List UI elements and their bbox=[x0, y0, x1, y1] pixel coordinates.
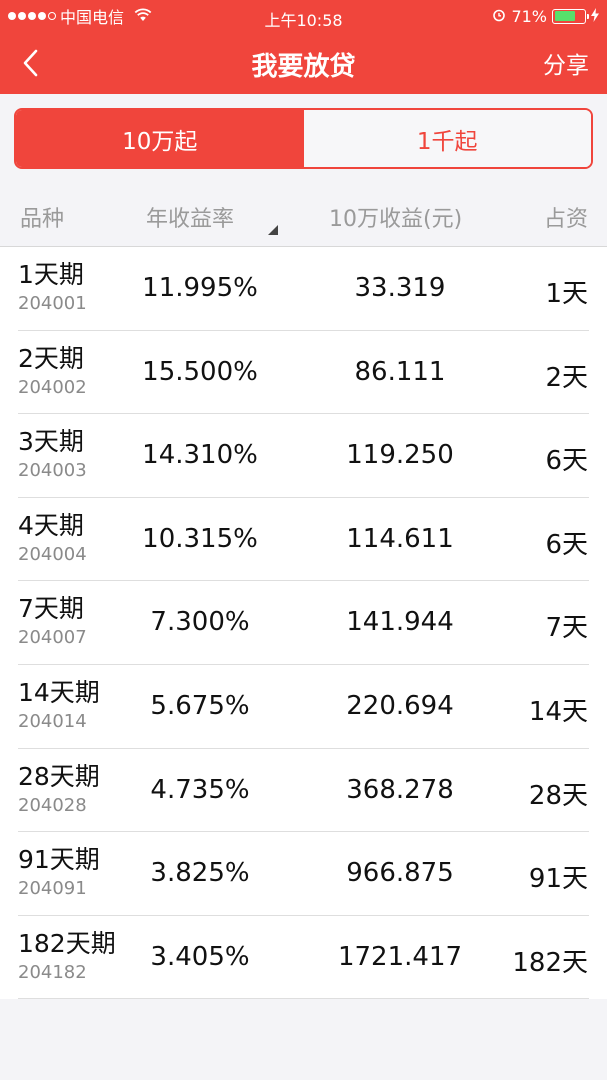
row-annual-yield: 3.405% bbox=[150, 941, 250, 972]
charging-icon bbox=[591, 7, 599, 26]
row-name: 1天期 bbox=[18, 260, 84, 289]
row-annual-yield: 7.300% bbox=[150, 607, 250, 638]
back-button[interactable] bbox=[0, 32, 60, 94]
status-right: 71% bbox=[492, 7, 599, 26]
row-duration: 28天 bbox=[528, 780, 588, 811]
row-duration: 1天 bbox=[545, 279, 588, 309]
row-annual-yield: 4.735% bbox=[150, 774, 250, 805]
app-header: 中国电信 上午10:58 71% 我要放贷 分享 bbox=[0, 0, 607, 94]
row-name: 91天期 bbox=[18, 845, 100, 875]
row-duration: 91天 bbox=[528, 864, 588, 895]
table-row[interactable]: 2天期 204002 15.500% 86.111 2天 bbox=[0, 330, 607, 415]
row-duration: 6天 bbox=[545, 446, 588, 477]
amount-segmented-control: 10万起 1千起 bbox=[14, 108, 593, 169]
row-annual-yield: 11.995% bbox=[142, 273, 258, 303]
table-header: 品种 年收益率 10万收益(元) 占资 bbox=[0, 181, 607, 247]
table-row[interactable]: 91天期 204091 3.825% 966.875 91天 bbox=[0, 832, 607, 916]
row-duration: 2天 bbox=[545, 362, 588, 393]
row-name: 7天期 bbox=[18, 594, 84, 624]
table-row[interactable]: 182天期 204182 3.405% 1721.417 182天 bbox=[0, 915, 607, 1000]
row-code: 204091 bbox=[18, 878, 87, 900]
row-code: 204002 bbox=[18, 376, 87, 398]
chevron-left-icon bbox=[23, 49, 38, 77]
segment-100k[interactable]: 10万起 bbox=[16, 110, 304, 167]
row-duration: 14天 bbox=[528, 696, 588, 727]
table-row[interactable]: 1天期 204001 11.995% 33.319 1天 bbox=[0, 247, 607, 331]
row-code: 204014 bbox=[18, 710, 87, 732]
battery-percent: 71% bbox=[511, 6, 547, 26]
status-left: 中国电信 bbox=[8, 4, 152, 28]
header-duration[interactable]: 占资 bbox=[544, 201, 588, 233]
row-annual-yield: 10.315% bbox=[142, 523, 258, 554]
alarm-icon bbox=[492, 7, 506, 26]
row-income-100k: 114.611 bbox=[346, 523, 454, 554]
table-row[interactable]: 7天期 204007 7.300% 141.944 7天 bbox=[0, 581, 607, 665]
row-income-100k: 119.250 bbox=[346, 440, 454, 471]
row-income-100k: 368.278 bbox=[346, 774, 454, 805]
row-annual-yield: 14.310% bbox=[142, 440, 258, 471]
row-duration: 6天 bbox=[545, 529, 588, 560]
row-annual-yield: 15.500% bbox=[142, 356, 258, 387]
nav-bar: 我要放贷 分享 bbox=[0, 32, 607, 94]
battery-fill bbox=[554, 11, 576, 21]
row-name: 4天期 bbox=[18, 510, 84, 540]
row-name: 28天期 bbox=[18, 761, 100, 791]
row-name: 14天期 bbox=[18, 677, 100, 707]
row-income-100k: 220.694 bbox=[346, 690, 454, 721]
row-code: 204003 bbox=[18, 460, 87, 482]
row-code: 204004 bbox=[18, 543, 87, 565]
row-annual-yield: 3.825% bbox=[150, 858, 250, 889]
row-name: 3天期 bbox=[18, 427, 84, 457]
row-annual-yield: 5.675% bbox=[150, 690, 250, 721]
table-row[interactable]: 14天期 204014 5.675% 220.694 14天 bbox=[0, 664, 607, 749]
amount-segment-wrapper: 10万起 1千起 bbox=[0, 94, 607, 181]
row-code: 204182 bbox=[18, 961, 87, 983]
share-button[interactable]: 分享 bbox=[543, 46, 589, 80]
header-variety[interactable]: 品种 bbox=[20, 201, 64, 233]
header-income-100k[interactable]: 10万收益(元) bbox=[329, 201, 462, 233]
battery-icon bbox=[552, 8, 589, 24]
table-row[interactable]: 4天期 204004 10.315% 114.611 6天 bbox=[0, 497, 607, 582]
row-duration: 7天 bbox=[545, 613, 588, 644]
row-income-100k: 33.319 bbox=[354, 273, 446, 303]
wifi-icon bbox=[134, 7, 152, 26]
row-code: 204007 bbox=[18, 627, 87, 649]
row-divider bbox=[18, 998, 589, 1000]
table-row[interactable]: 28天期 204028 4.735% 368.278 28天 bbox=[0, 748, 607, 833]
signal-strength-icon bbox=[8, 12, 56, 20]
status-bar: 中国电信 上午10:58 71% bbox=[0, 0, 607, 32]
repo-list: 1天期 204001 11.995% 33.319 1天 2天期 204002 15.500%… bbox=[0, 247, 607, 1000]
table-row[interactable]: 3天期 204003 14.310% 119.250 6天 bbox=[0, 414, 607, 498]
row-income-100k: 141.944 bbox=[346, 607, 454, 638]
page-title: 我要放贷 bbox=[251, 52, 356, 82]
row-duration: 182天 bbox=[512, 947, 588, 978]
segment-1k[interactable]: 1千起 bbox=[303, 110, 591, 167]
row-income-100k: 86.111 bbox=[354, 356, 446, 387]
row-income-100k: 1721.417 bbox=[337, 941, 463, 972]
row-name: 2天期 bbox=[18, 343, 84, 373]
row-code: 204001 bbox=[18, 293, 87, 314]
header-annual-yield[interactable]: 年收益率 bbox=[146, 201, 234, 233]
row-code: 204028 bbox=[18, 794, 87, 816]
carrier-label: 中国电信 bbox=[60, 8, 125, 27]
sort-triangle-icon bbox=[268, 225, 278, 235]
row-income-100k: 966.875 bbox=[346, 858, 454, 889]
